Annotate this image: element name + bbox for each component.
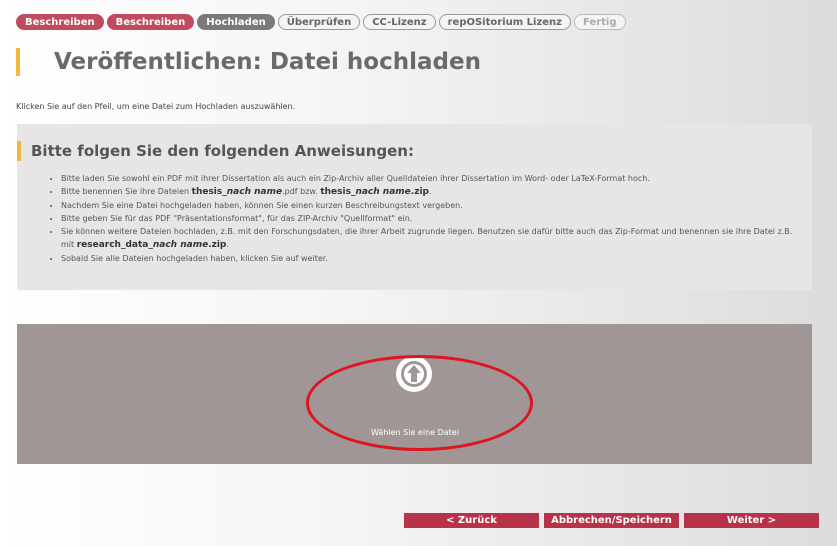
list-item: Bitte laden Sie sowohl ein PDF mit ihrer… (61, 172, 806, 185)
step-beschreiben-2[interactable]: Beschreiben (106, 14, 195, 30)
list-item: Sobald Sie alle Dateien hochgeladen habe… (61, 252, 806, 265)
intro-text: Klicken Sie auf den Pfeil, um eine Datei… (16, 102, 296, 111)
file-dropzone[interactable] (17, 324, 812, 464)
upload-arrow-icon[interactable] (396, 356, 432, 392)
page-title: Veröffentlichen: Datei hochladen (16, 48, 481, 76)
instructions-panel: Bitte folgen Sie den folgenden Anweisung… (17, 124, 812, 290)
back-button[interactable]: < Zurück (404, 513, 539, 528)
instructions-heading: Bitte folgen Sie den folgenden Anweisung… (17, 141, 414, 161)
step-fertig: Fertig (573, 14, 626, 30)
step-hochladen: Hochladen (197, 14, 275, 30)
instructions-list: Bitte laden Sie sowohl ein PDF mit ihrer… (49, 172, 806, 265)
step-repositorium-lizenz: repOSitorium Lizenz (438, 14, 571, 30)
step-cc-lizenz: CC-Lizenz (363, 14, 436, 30)
step-beschreiben-1[interactable]: Beschreiben (16, 14, 104, 30)
cancel-save-button[interactable]: Abbrechen/Speichern (544, 513, 679, 528)
list-item: Nachdem Sie eine Datei hochgeladen haben… (61, 199, 806, 212)
dropzone-label[interactable]: Wählen Sie eine Datei (330, 428, 500, 437)
list-item: Bitte geben Sie für das PDF "Präsentatio… (61, 212, 806, 225)
list-item: Bitte benennen Sie ihre Dateien thesis_n… (61, 185, 806, 199)
progress-steps: Beschreiben Beschreiben Hochladen Überpr… (16, 14, 626, 30)
next-button[interactable]: Weiter > (684, 513, 819, 528)
list-item: Sie können weitere Dateien hochladen, z.… (61, 225, 806, 252)
step-ueberpruefen: Überprüfen (277, 14, 361, 30)
